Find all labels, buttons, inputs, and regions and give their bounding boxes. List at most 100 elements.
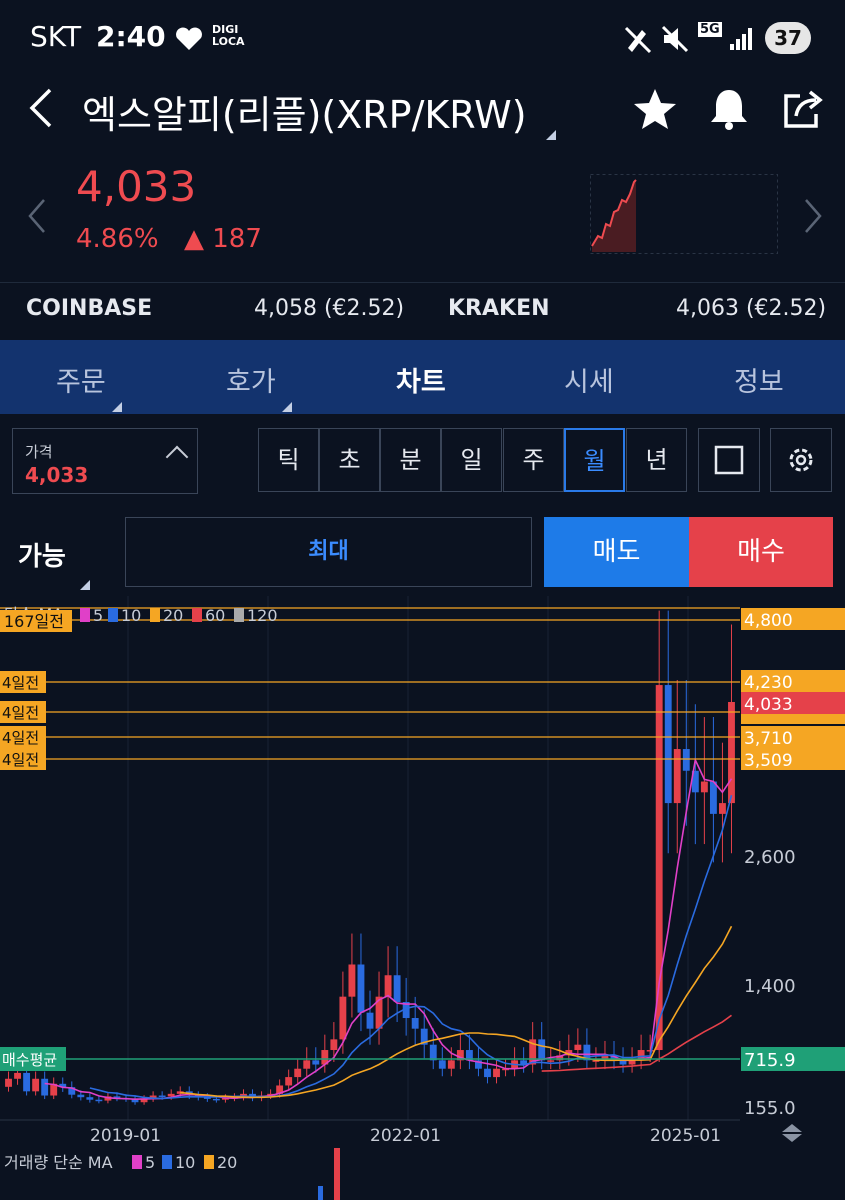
volume-legend-5: 5	[145, 1153, 155, 1172]
chart-grid	[127, 596, 689, 1120]
level-tag-3: 4일전	[2, 729, 39, 747]
exchange-value-kraken: 4,063 (€2.52)	[676, 296, 827, 321]
period-second[interactable]: 초	[319, 428, 380, 492]
heart-icon	[176, 27, 202, 50]
avg-price-tag: 매수평균	[2, 1051, 57, 1069]
candle	[330, 1039, 338, 1051]
settings-button[interactable]	[770, 428, 832, 492]
mute-icon	[661, 25, 689, 53]
title-dropdown-icon[interactable]	[546, 120, 556, 140]
share-icon[interactable]	[780, 86, 826, 132]
signal-icon	[730, 28, 752, 50]
mini-sparkline	[590, 174, 778, 254]
candle	[484, 1068, 491, 1078]
candle	[366, 1012, 374, 1029]
period-tick[interactable]: 틱	[258, 428, 319, 492]
candle	[14, 1072, 21, 1079]
level-value-2: 4,033	[744, 695, 793, 715]
candle	[285, 1077, 293, 1086]
clock: 2:40	[96, 20, 166, 53]
candle	[682, 749, 690, 771]
gear-icon	[789, 448, 813, 472]
max-button[interactable]: 최대	[125, 517, 532, 587]
candle	[41, 1078, 49, 1096]
axis-scale-icon[interactable]	[782, 1124, 802, 1142]
volume-legend-label: 거래량 단순 MA	[4, 1153, 113, 1172]
candle	[709, 781, 717, 814]
ma-legend-5: 5	[93, 606, 103, 625]
volume-bar	[318, 1186, 323, 1200]
x-axis-label-2022: 2022-01	[370, 1126, 441, 1146]
price-chart[interactable]: 단순 MA 5 10 20 60 120 167일전 4일전 4일전 4일전 4…	[0, 596, 845, 1200]
bell-icon[interactable]	[706, 86, 752, 132]
price-selector-label: 가격	[25, 443, 53, 461]
price-selector[interactable]: 가격 4,033	[12, 428, 198, 494]
candle	[411, 1018, 419, 1029]
tab-info[interactable]: 정보	[734, 360, 784, 399]
candle	[719, 803, 726, 814]
level-tag-2: 4일전	[2, 704, 39, 722]
level-value-0: 4,800	[744, 611, 793, 631]
candles	[5, 610, 735, 1105]
volume-legend-10: 10	[175, 1153, 195, 1172]
period-day[interactable]: 일	[441, 428, 502, 492]
candle	[312, 1060, 320, 1065]
buy-button[interactable]: 매수	[689, 517, 833, 587]
level-tag-0: 167일전	[4, 612, 64, 631]
price-levels	[0, 607, 740, 760]
chevron-left-icon[interactable]	[26, 196, 50, 236]
candle	[294, 1068, 302, 1078]
back-arrow-icon[interactable]	[24, 86, 60, 130]
ma-legend-120: 120	[247, 606, 278, 625]
tab-order[interactable]: 주문	[56, 360, 106, 399]
app-badge: DIGI LOCA	[212, 23, 245, 48]
level-tag-1: 4일전	[2, 674, 39, 692]
volume-bar	[334, 1148, 340, 1200]
current-price: 4,033	[76, 162, 197, 211]
ma-line-20	[180, 925, 733, 1099]
x-axis-label-2025: 2025-01	[650, 1126, 721, 1146]
period-month[interactable]: 월	[564, 428, 625, 492]
tab-chart[interactable]: 차트	[396, 360, 446, 399]
page-title[interactable]: 엑스알피(리플)(XRP/KRW)	[82, 84, 527, 139]
moving-averages	[44, 757, 733, 1101]
exchange-name-coinbase: COINBASE	[26, 296, 153, 321]
period-year[interactable]: 년	[626, 428, 687, 492]
pen-slash-icon	[624, 26, 652, 54]
candle	[357, 964, 365, 1013]
fullscreen-button[interactable]	[698, 428, 760, 492]
ma-legend-60: 60	[205, 606, 225, 625]
period-week[interactable]: 주	[503, 428, 564, 492]
y-axis-label-2600: 2,600	[744, 847, 796, 868]
y-axis-label-1400: 1,400	[744, 976, 796, 997]
candle	[664, 685, 672, 804]
change-percent: 4.86%	[76, 224, 159, 254]
sell-button[interactable]: 매도	[544, 517, 689, 587]
candle	[655, 685, 663, 1051]
carrier-label: SKT	[30, 20, 82, 53]
candle	[86, 1097, 94, 1100]
period-minute[interactable]: 분	[380, 428, 441, 492]
level-value-1: 4,230	[744, 673, 793, 693]
candle	[95, 1099, 103, 1102]
candle	[303, 1060, 311, 1069]
level-value-4: 3,509	[744, 751, 793, 771]
volume-legend-20: 20	[217, 1153, 237, 1172]
exchange-name-kraken: KRAKEN	[448, 296, 550, 321]
candle	[23, 1072, 31, 1092]
candle	[493, 1068, 500, 1078]
network-label: 5G	[698, 22, 722, 37]
tab-quotes[interactable]: 시세	[564, 360, 614, 399]
tab-orderbook-dropdown-icon	[282, 392, 292, 412]
candle	[339, 996, 347, 1040]
ma-line-5	[44, 757, 733, 1101]
candle	[167, 1093, 175, 1097]
candle	[393, 975, 401, 1003]
battery-indicator: 37	[765, 22, 811, 54]
available-label[interactable]: 가능	[18, 536, 66, 573]
tab-orderbook[interactable]: 호가	[226, 360, 276, 399]
chevron-right-icon[interactable]	[800, 196, 824, 236]
candle	[429, 1044, 437, 1061]
star-icon[interactable]	[632, 86, 678, 132]
candle	[32, 1078, 40, 1092]
